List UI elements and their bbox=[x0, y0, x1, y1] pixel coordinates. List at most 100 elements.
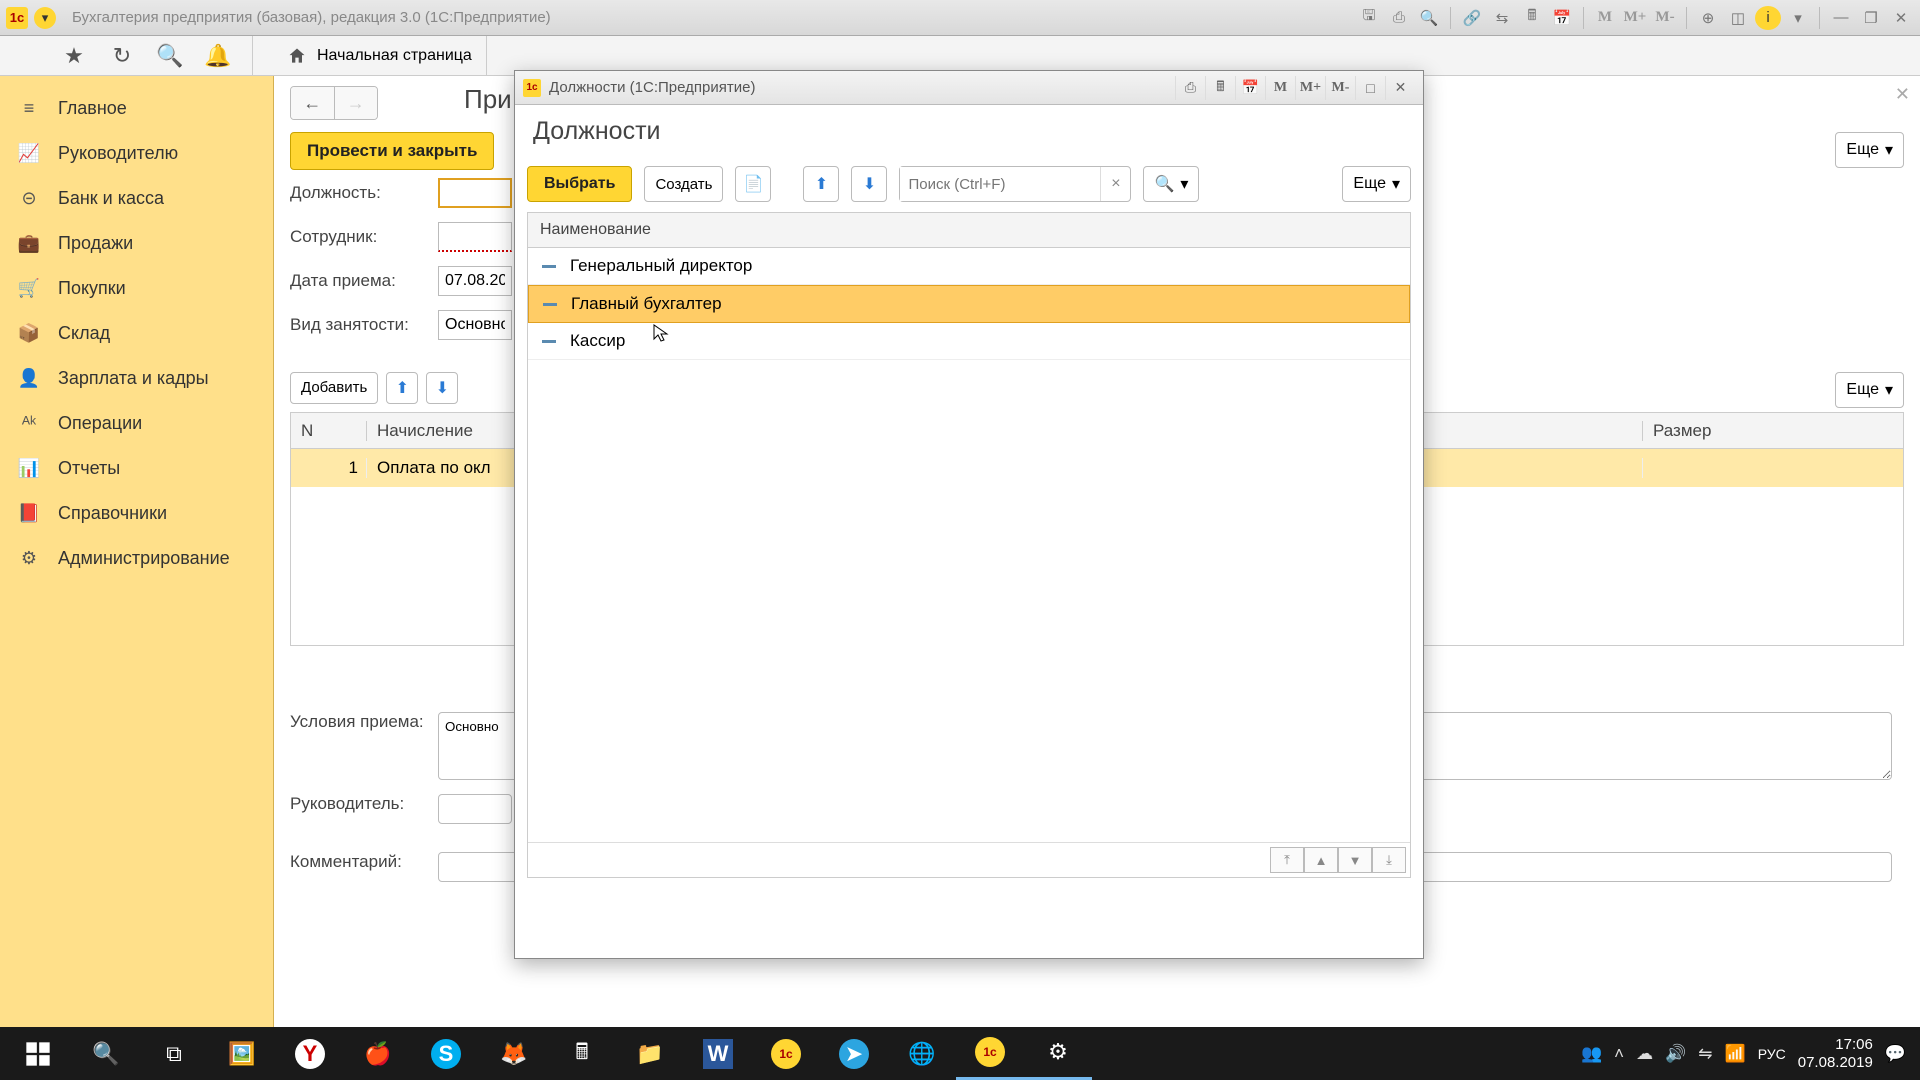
employment-type-input[interactable] bbox=[438, 310, 512, 340]
sidebar-item-main[interactable]: ≡Главное bbox=[0, 86, 273, 131]
list-first-icon[interactable]: ⤒ bbox=[1270, 847, 1304, 873]
taskbar-app-1c[interactable]: 1c bbox=[752, 1027, 820, 1080]
move-down-button[interactable]: ⬇ bbox=[426, 372, 458, 404]
submit-and-close-button[interactable]: Провести и закрыть bbox=[290, 132, 494, 170]
taskbar-app-skype[interactable]: S bbox=[412, 1027, 480, 1080]
window-maximize[interactable]: ❐ bbox=[1858, 6, 1884, 30]
tb-link-icon[interactable]: 🔗 bbox=[1459, 6, 1485, 30]
tb-panels-icon[interactable]: ◫ bbox=[1725, 6, 1751, 30]
taskbar-app-calculator[interactable]: 🖩 bbox=[548, 1027, 616, 1080]
hire-date-input[interactable] bbox=[438, 266, 512, 296]
tray-wifi-icon[interactable]: 📶 bbox=[1725, 1044, 1746, 1064]
taskbar-app-yandex[interactable]: Y bbox=[276, 1027, 344, 1080]
add-row-button[interactable]: Добавить bbox=[290, 372, 378, 404]
chevron-down-icon: ▾ bbox=[1885, 140, 1893, 160]
list-item-selected[interactable]: Главный бухгалтер bbox=[528, 285, 1410, 323]
table-more-button[interactable]: Еще▾ bbox=[1835, 372, 1904, 408]
modal-maximize[interactable]: □ bbox=[1355, 76, 1385, 100]
history-icon[interactable]: ↻ bbox=[108, 42, 136, 70]
create-copy-icon[interactable]: 📄 bbox=[735, 166, 771, 202]
clear-search-icon[interactable]: × bbox=[1100, 167, 1130, 201]
position-input[interactable] bbox=[438, 178, 512, 208]
sidebar-item-warehouse[interactable]: 📦Склад bbox=[0, 311, 273, 356]
search-options-button[interactable]: 🔍▾ bbox=[1143, 166, 1199, 202]
move-down-icon[interactable]: ⬇ bbox=[851, 166, 887, 202]
tb-mminus-icon[interactable]: M- bbox=[1652, 6, 1678, 30]
sidebar-item-sales[interactable]: 💼Продажи bbox=[0, 221, 273, 266]
start-button[interactable] bbox=[4, 1027, 72, 1080]
move-up-button[interactable]: ⬆ bbox=[386, 372, 418, 404]
tb-print-icon[interactable]: ⎙ bbox=[1386, 6, 1412, 30]
tray-notifications-icon[interactable]: 💬 bbox=[1885, 1044, 1906, 1064]
tray-people-icon[interactable]: 👥 bbox=[1581, 1044, 1602, 1064]
close-tab-icon[interactable]: ✕ bbox=[1895, 84, 1910, 105]
taskbar-app-1c-active[interactable]: 1c bbox=[956, 1027, 1024, 1080]
modal-print-icon[interactable]: ⎙ bbox=[1175, 76, 1205, 100]
taskbar-app-tomato[interactable]: 🍎 bbox=[344, 1027, 412, 1080]
taskbar-app-settings[interactable]: ⚙ bbox=[1024, 1027, 1092, 1080]
nav-back-button[interactable]: ← bbox=[291, 87, 335, 119]
sidebar-item-admin[interactable]: ⚙Администрирование bbox=[0, 536, 273, 581]
tb-calc-icon[interactable]: 🖩 bbox=[1519, 6, 1545, 30]
task-view-button[interactable]: ⧉ bbox=[140, 1027, 208, 1080]
create-button[interactable]: Создать bbox=[644, 166, 723, 202]
employee-input[interactable] bbox=[438, 222, 512, 252]
tray-clock[interactable]: 17:0607.08.2019 bbox=[1798, 1036, 1873, 1072]
tb-preview-icon[interactable]: 🔍 bbox=[1416, 6, 1442, 30]
modal-titlebar[interactable]: 1c Должности (1С:Предприятие) ⎙ 🖩 📅 M M+… bbox=[515, 71, 1423, 105]
sidebar-item-hr[interactable]: 👤Зарплата и кадры bbox=[0, 356, 273, 401]
window-minimize[interactable]: — bbox=[1828, 6, 1854, 30]
tray-chevron-up-icon[interactable]: ˄ bbox=[1614, 1044, 1624, 1064]
nav-forward-button[interactable]: → bbox=[335, 87, 378, 119]
search-input[interactable] bbox=[900, 167, 1100, 201]
modal-mminus-icon[interactable]: M- bbox=[1325, 76, 1355, 100]
tb-zoom-icon[interactable]: ⊕ bbox=[1695, 6, 1721, 30]
modal-m-icon[interactable]: M bbox=[1265, 76, 1295, 100]
select-button[interactable]: Выбрать bbox=[527, 166, 632, 202]
taskbar-app-word[interactable]: W bbox=[684, 1027, 752, 1080]
search-button[interactable]: 🔍 bbox=[72, 1027, 140, 1080]
list-last-icon[interactable]: ⤓ bbox=[1372, 847, 1406, 873]
more-button[interactable]: Еще▾ bbox=[1835, 132, 1904, 168]
tb-info-icon[interactable]: i bbox=[1755, 6, 1781, 30]
taskbar-app-chrome[interactable]: 🌐 bbox=[888, 1027, 956, 1080]
tb-info-dropdown-icon[interactable]: ▾ bbox=[1785, 6, 1811, 30]
tb-save-icon[interactable]: 🖫 bbox=[1356, 6, 1382, 30]
list-up-icon[interactable]: ▲ bbox=[1304, 847, 1338, 873]
tray-language[interactable]: РУС bbox=[1758, 1046, 1786, 1062]
notifications-bell-icon[interactable]: 🔔 bbox=[204, 42, 232, 70]
search-icon[interactable]: 🔍 bbox=[156, 42, 184, 70]
sidebar-item-bank[interactable]: ⊝Банк и касса bbox=[0, 176, 273, 221]
manager-input[interactable] bbox=[438, 794, 512, 824]
tray-volume-icon[interactable]: 🔊 bbox=[1665, 1044, 1686, 1064]
tb-compare-icon[interactable]: ⇆ bbox=[1489, 6, 1515, 30]
apps-grid-icon[interactable] bbox=[12, 42, 40, 70]
sidebar-item-reports[interactable]: 📊Отчеты bbox=[0, 446, 273, 491]
sidebar-item-catalogs[interactable]: 📕Справочники bbox=[0, 491, 273, 536]
list-item[interactable]: Генеральный директор bbox=[528, 248, 1410, 285]
modal-calendar-icon[interactable]: 📅 bbox=[1235, 76, 1265, 100]
tb-calendar-icon[interactable]: 📅 bbox=[1549, 6, 1575, 30]
tb-mplus-icon[interactable]: M+ bbox=[1622, 6, 1648, 30]
taskbar-app-screenshot[interactable]: 🖼️ bbox=[208, 1027, 276, 1080]
taskbar-app-explorer[interactable]: 📁 bbox=[616, 1027, 684, 1080]
modal-close[interactable]: ✕ bbox=[1385, 76, 1415, 100]
tray-network-icon[interactable]: ⇋ bbox=[1698, 1044, 1712, 1064]
app-menu-dropdown-icon[interactable]: ▾ bbox=[34, 7, 56, 29]
move-up-icon[interactable]: ⬆ bbox=[803, 166, 839, 202]
home-tab[interactable]: Начальная страница bbox=[273, 36, 487, 76]
window-close[interactable]: ✕ bbox=[1888, 6, 1914, 30]
modal-more-button[interactable]: Еще▾ bbox=[1342, 166, 1411, 202]
modal-mplus-icon[interactable]: M+ bbox=[1295, 76, 1325, 100]
sidebar-item-operations[interactable]: ᴬᵏОперации bbox=[0, 401, 273, 446]
list-item[interactable]: Кассир bbox=[528, 323, 1410, 360]
sidebar-item-manager[interactable]: 📈Руководителю bbox=[0, 131, 273, 176]
list-down-icon[interactable]: ▼ bbox=[1338, 847, 1372, 873]
favorites-star-icon[interactable]: ★ bbox=[60, 42, 88, 70]
taskbar-app-telegram[interactable]: ➤ bbox=[820, 1027, 888, 1080]
sidebar-item-purchases[interactable]: 🛒Покупки bbox=[0, 266, 273, 311]
taskbar-app-firefox[interactable]: 🦊 bbox=[480, 1027, 548, 1080]
tb-m-icon[interactable]: M bbox=[1592, 6, 1618, 30]
tray-onedrive-icon[interactable]: ☁ bbox=[1636, 1044, 1653, 1064]
modal-calc-icon[interactable]: 🖩 bbox=[1205, 76, 1235, 100]
